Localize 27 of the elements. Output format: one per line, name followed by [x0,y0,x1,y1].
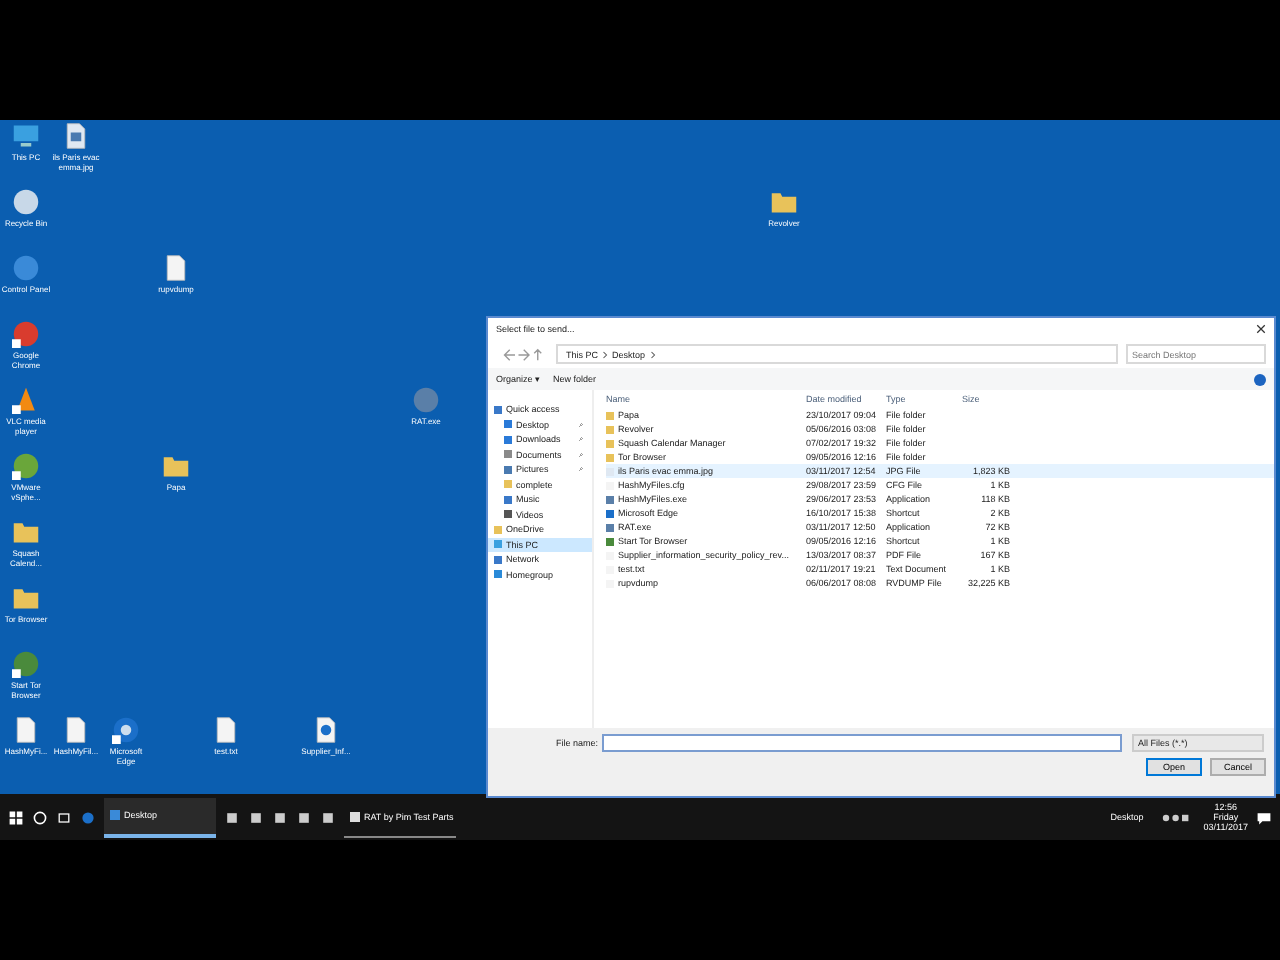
app-icon[interactable] [12,320,40,348]
folder-icon[interactable] [162,452,190,480]
app-icon[interactable] [12,650,40,678]
document-icon[interactable] [312,716,340,744]
document-icon[interactable] [212,716,240,744]
app-icon[interactable] [12,452,40,480]
document-icon[interactable] [12,716,40,744]
monitor-icon[interactable] [12,122,40,150]
file-name-field[interactable] [602,734,1123,752]
browser-icon[interactable] [80,809,96,825]
cone-icon[interactable] [12,386,40,414]
document-icon[interactable] [62,716,90,744]
bin-icon[interactable] [12,188,40,216]
document-icon[interactable] [162,254,190,282]
chevron-icon [649,349,656,359]
help-icon[interactable] [1254,373,1266,385]
app-icon[interactable] [112,716,140,744]
search-icon[interactable] [32,809,48,825]
notification-icon[interactable] [1256,809,1272,825]
windows-logo-icon[interactable] [8,809,24,825]
folder-icon[interactable] [12,584,40,612]
task-view-icon[interactable] [56,809,72,825]
folder-icon[interactable] [12,518,40,546]
chevron-icon [602,349,609,359]
close-icon[interactable] [1256,324,1266,334]
folder-icon[interactable] [770,188,798,216]
document-icon[interactable] [62,122,90,150]
